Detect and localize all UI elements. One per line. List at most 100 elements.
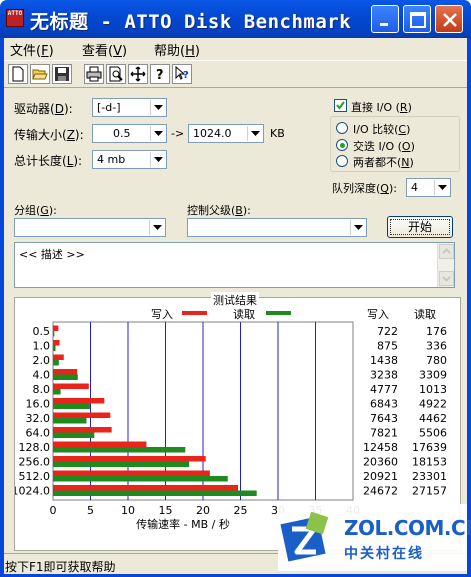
length-label-close: ): — [73, 154, 83, 168]
transfer-label-text: 传输大小( — [14, 128, 67, 142]
watermark-name: 中关村在线 — [344, 546, 424, 562]
y-tick-label: 64.0 — [26, 427, 51, 440]
start-button[interactable]: 开始 — [387, 216, 453, 238]
menu-help-key: H — [185, 44, 195, 59]
io-compare-label[interactable]: I/O 比较(C) — [353, 121, 410, 137]
status-text: 按下F1即可获取帮助 — [5, 560, 116, 574]
watermark: ZOL.COM.CN 中关村在线 — [278, 504, 471, 571]
read-bar — [53, 331, 55, 337]
menu-view-label: 查看( — [82, 44, 114, 59]
read-bar — [53, 476, 228, 482]
scroll-down-button[interactable] — [439, 271, 454, 286]
title-bar[interactable]: ATTO 无标题 - ATTO Disk Benchmark — [0, 0, 471, 38]
direct-io-checkbox[interactable] — [334, 99, 347, 112]
drive-select[interactable]: [-d-] — [92, 98, 167, 117]
atto-app-icon[interactable]: ATTO — [6, 9, 24, 27]
start-button-label: 开始 — [390, 219, 450, 235]
overlapped-io-text: 交迭 I/O ( — [353, 140, 402, 153]
group-select[interactable] — [14, 218, 166, 237]
x-tick-label: 0 — [50, 504, 57, 517]
neither-label[interactable]: 两者都不(N) — [353, 154, 414, 170]
move-button[interactable] — [128, 64, 148, 84]
maximize-button[interactable] — [403, 5, 431, 33]
drive-label-key: D — [54, 102, 64, 116]
queue-depth-select[interactable]: 4 — [406, 178, 451, 197]
read-value-cell: 23301 — [412, 470, 447, 483]
read-value-cell: 4922 — [419, 398, 447, 411]
transfer-max-dropdown-arrow[interactable] — [247, 126, 262, 141]
write-value-cell: 1438 — [370, 354, 398, 367]
new-file-icon — [12, 66, 24, 82]
write-bar — [53, 412, 111, 418]
minimize-button[interactable] — [371, 5, 399, 33]
y-tick-label: 512.0 — [19, 470, 51, 483]
write-bar — [53, 369, 78, 375]
neither-key: N — [401, 156, 410, 169]
transfer-min-dropdown-arrow[interactable] — [150, 126, 165, 141]
group-dropdown-arrow[interactable] — [149, 220, 164, 235]
read-value-cell: 336 — [426, 340, 447, 353]
menu-view[interactable]: 查看(V) — [82, 40, 127, 59]
group-label-close: ): — [48, 204, 57, 217]
transfer-max-value: 1024.0 — [193, 127, 232, 140]
legend-read-label: 读取 — [233, 308, 255, 321]
controller-dropdown-arrow[interactable] — [350, 220, 365, 235]
window-title: 无标题 - ATTO Disk Benchmark — [30, 11, 352, 33]
drive-value: [-d-] — [97, 101, 121, 114]
transfer-min-select[interactable]: 0.5 — [92, 124, 167, 143]
x-axis-label: 传输速率 - MB / 秒 — [136, 517, 230, 531]
description-box[interactable]: << 描述 >> — [14, 242, 455, 288]
overlapped-io-label[interactable]: 交迭 I/O (O) — [353, 138, 415, 154]
queue-label-text: 队列深度( — [332, 182, 381, 195]
read-bar — [53, 461, 190, 467]
x-tick-label: 25 — [234, 504, 248, 517]
read-value-cell: 17639 — [412, 441, 447, 454]
menu-help[interactable]: 帮助(H) — [154, 40, 200, 59]
io-compare-radio[interactable] — [336, 122, 348, 134]
transfer-max-select[interactable]: 1024.0 — [188, 124, 264, 143]
transfer-label-key: Z — [66, 128, 75, 142]
open-button[interactable] — [30, 64, 50, 84]
write-bar — [53, 456, 206, 462]
about-button[interactable]: ? — [150, 64, 170, 84]
scroll-up-button[interactable] — [439, 244, 454, 259]
read-value-cell: 1013 — [419, 383, 447, 396]
controller-label-text: 控制父级( — [187, 204, 236, 217]
description-text: << 描述 >> — [19, 248, 85, 261]
direct-io-close: ) — [407, 101, 412, 114]
overlapped-io-radio[interactable] — [336, 139, 348, 151]
neither-radio[interactable] — [336, 155, 348, 167]
description-scrollbar[interactable] — [437, 243, 454, 287]
menu-file[interactable]: 文件(F) — [10, 40, 54, 59]
write-value-cell: 7643 — [370, 412, 398, 425]
controller-select[interactable] — [187, 218, 367, 237]
neither-close: ) — [409, 156, 414, 169]
y-tick-label: 16.0 — [26, 398, 51, 411]
y-tick-label: 32.0 — [26, 412, 51, 425]
write-bar — [53, 427, 112, 433]
read-value-cell: 27157 — [412, 485, 447, 498]
drive-dropdown-arrow[interactable] — [150, 100, 165, 115]
svg-text:?: ? — [183, 70, 189, 81]
length-dropdown-arrow[interactable] — [150, 152, 165, 167]
chevron-up-icon — [442, 248, 451, 254]
queue-dropdown-arrow[interactable] — [434, 180, 449, 195]
direct-io-label[interactable]: 直接 I/O (R) — [351, 99, 412, 115]
close-button[interactable] — [435, 5, 463, 33]
legend-write-swatch — [182, 311, 207, 315]
menu-file-key: F — [41, 44, 49, 59]
total-length-select[interactable]: 4 mb — [92, 150, 167, 169]
new-button[interactable] — [8, 64, 28, 84]
print-button[interactable] — [84, 64, 104, 84]
context-help-button[interactable]: ? — [172, 64, 192, 84]
chevron-down-icon — [354, 225, 363, 230]
transfer-label-close: ): — [74, 128, 84, 142]
write-bar — [53, 383, 89, 389]
menu-help-label: 帮助( — [154, 44, 186, 59]
read-bar — [53, 403, 90, 409]
save-button[interactable] — [52, 64, 72, 84]
y-tick-label: 8.0 — [33, 383, 51, 396]
svg-text:?: ? — [156, 68, 164, 82]
print-preview-button[interactable] — [106, 64, 126, 84]
transfer-min-value: 0.5 — [113, 127, 131, 140]
